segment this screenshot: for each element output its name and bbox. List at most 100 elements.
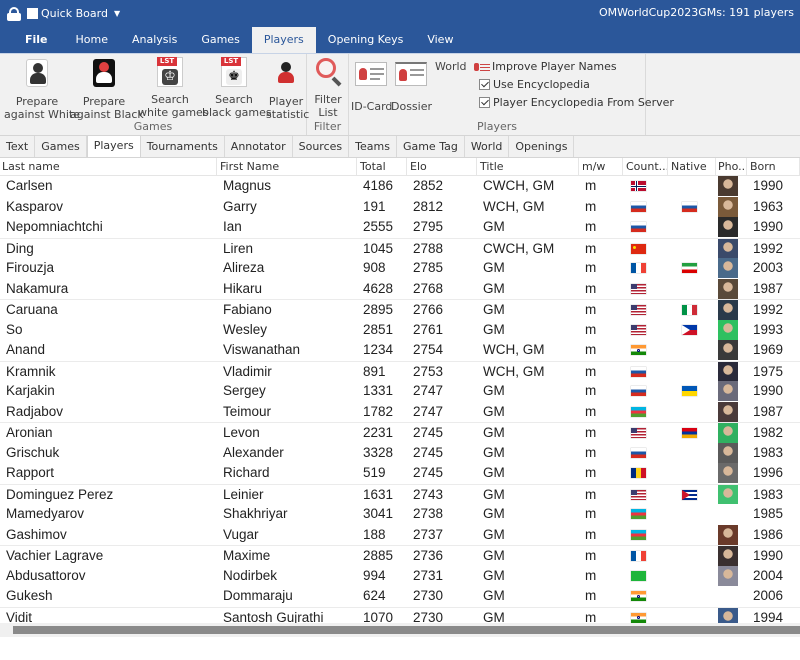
table-row[interactable]: Nepomniachtchi Ian 2555 2795 GM m 1990 <box>0 217 800 238</box>
table-row[interactable]: Kramnik Vladimir 891 2753 WCH, GM m 1975 <box>0 360 800 381</box>
tab-text[interactable]: Text <box>0 136 36 157</box>
native-flag-icon <box>682 489 697 500</box>
search-black-games-button[interactable]: LST ♚ Search black games <box>202 57 272 119</box>
born-cell: 2003 <box>753 260 784 275</box>
gender-cell: m <box>585 486 597 502</box>
tab-game-tag[interactable]: Game Tag <box>397 136 465 157</box>
tab-tournaments[interactable]: Tournaments <box>141 136 225 157</box>
table-row[interactable]: Caruana Fabiano 2895 2766 GM m 1992 <box>0 299 800 320</box>
column-header-title[interactable]: Title <box>477 158 579 175</box>
native-flag-cell <box>668 381 716 402</box>
table-row[interactable]: So Wesley 2851 2761 GM m 1993 <box>0 319 800 341</box>
tab-world[interactable]: World <box>465 136 510 157</box>
group-label-players: Players <box>477 120 517 133</box>
column-header-native[interactable]: Native <box>668 158 716 175</box>
table-row[interactable]: Vachier Lagrave Maxime 2885 2736 GM m 1990 <box>0 545 800 566</box>
search-white-games-button[interactable]: LST ♔ Search white games <box>138 57 209 119</box>
elo-cell: 2852 <box>413 178 444 193</box>
improve-player-names-button[interactable]: Improve Player Names <box>474 60 617 73</box>
table-row[interactable]: Nakamura Hikaru 4628 2768 GM m 1987 <box>0 278 800 300</box>
ribbon-tab-view[interactable]: View <box>415 27 465 53</box>
magnifier-icon <box>314 57 342 87</box>
group-label-filter: Filter <box>313 120 342 133</box>
native-flag-icon <box>682 324 697 335</box>
table-row[interactable]: Ding Liren 1045 2788 CWCH, GM m 1992 <box>0 237 800 258</box>
players-table: Last name First Name Total Elo Title m/w Count… <box>0 158 800 637</box>
lock-icon[interactable] <box>6 6 22 21</box>
tab-teams[interactable]: Teams <box>349 136 397 157</box>
quick-board-checkbox[interactable] <box>27 8 38 19</box>
ribbon-tab-games[interactable]: Games <box>189 27 251 53</box>
table-row[interactable]: Firouzja Alireza 908 2785 GM m 2003 <box>0 258 800 279</box>
table-row[interactable]: Carlsen Magnus 4186 2852 CWCH, GM m 1990 <box>0 176 800 197</box>
table-row[interactable]: Dominguez Perez Leinier 1631 2743 GM m 1983 <box>0 483 800 504</box>
table-row[interactable]: Karjakin Sergey 1331 2747 GM m 1990 <box>0 381 800 402</box>
first-name-cell: Ian <box>223 219 242 234</box>
player-photo-icon <box>718 340 738 360</box>
id-card-button[interactable]: ID-Card <box>351 58 392 113</box>
first-name-cell: Alexander <box>223 444 284 460</box>
table-row[interactable]: Rapport Richard 519 2745 GM m 1996 <box>0 463 800 484</box>
tab-games[interactable]: Games <box>35 136 87 157</box>
total-cell: 2851 <box>363 321 394 337</box>
player-photo-icon <box>718 546 738 566</box>
group-label-games: Games <box>133 120 173 133</box>
table-row[interactable]: Grischuk Alexander 3328 2745 GM m 1983 <box>0 442 800 464</box>
encyclopedia-from-server-checkbox[interactable]: Player Encyclopedia From Server <box>479 96 674 109</box>
column-header-elo[interactable]: Elo <box>407 158 477 175</box>
column-header-mw[interactable]: m/w <box>579 158 623 175</box>
first-name-cell: Alireza <box>223 260 265 275</box>
total-cell: 2885 <box>363 548 394 563</box>
column-header-total[interactable]: Total <box>357 158 407 175</box>
quick-access-dropdown-icon[interactable]: ▼ <box>114 9 120 18</box>
column-header-last-name[interactable]: Last name <box>0 158 217 175</box>
prepare-against-black-button[interactable]: Prepare against Black <box>70 57 144 121</box>
country-flag-cell <box>623 586 668 607</box>
table-row[interactable]: Gukesh Dommaraju 624 2730 GM m 2006 <box>0 586 800 607</box>
horizontal-scrollbar[interactable] <box>0 623 800 637</box>
table-row[interactable]: Mamedyarov Shakhriyar 3041 2738 GM m 1985 <box>0 504 800 525</box>
column-header-country[interactable]: Count... <box>623 158 668 175</box>
ribbon-group-games: Prepare against White Prepare against Bl… <box>0 54 309 135</box>
world-button[interactable]: World <box>435 60 467 73</box>
tab-players[interactable]: Players <box>86 135 141 157</box>
quick-board-label[interactable]: Quick Board <box>41 7 108 20</box>
table-row[interactable]: Radjabov Teimour 1782 2747 GM m 1987 <box>0 401 800 423</box>
table-row[interactable]: Gashimov Vugar 188 2737 GM m 1986 <box>0 524 800 546</box>
ribbon-tab-players[interactable]: Players <box>251 27 316 53</box>
ribbon-tab-analysis[interactable]: Analysis <box>120 27 189 53</box>
ribbon-tab-file[interactable]: File <box>0 27 64 53</box>
prepare-against-white-button[interactable]: Prepare against White <box>4 57 80 121</box>
country-flag-cell <box>623 546 668 566</box>
title-cell: GM <box>483 280 505 296</box>
table-row[interactable]: Abdusattorov Nodirbek 994 2731 GM m 2004 <box>0 565 800 587</box>
player-photo-icon <box>718 381 738 401</box>
tab-openings[interactable]: Openings <box>509 136 575 157</box>
button-label: Prepare <box>15 95 59 108</box>
column-header-born[interactable]: Born <box>747 158 800 175</box>
ribbon-tab-home[interactable]: Home <box>64 27 120 53</box>
column-header-first-name[interactable]: First Name <box>217 158 357 175</box>
table-row[interactable]: Kasparov Garry 191 2812 WCH, GM m 1963 <box>0 196 800 218</box>
player-statistic-button[interactable]: Player statistic <box>266 57 309 121</box>
tab-annotator[interactable]: Annotator <box>225 136 293 157</box>
first-name-cell: Sergey <box>223 383 266 398</box>
button-label: List <box>318 106 338 119</box>
column-header-photo[interactable]: Pho... <box>716 158 747 175</box>
born-cell: 1990 <box>753 178 784 193</box>
tab-sources[interactable]: Sources <box>293 136 350 157</box>
filter-list-button[interactable]: Filter List <box>310 57 346 119</box>
country-flag-icon <box>631 345 646 355</box>
table-row[interactable]: Aronian Levon 2231 2745 GM m 1982 <box>0 422 800 443</box>
use-encyclopedia-checkbox[interactable]: Use Encyclopedia <box>479 78 590 91</box>
elo-cell: 2738 <box>413 506 444 521</box>
scrollbar-thumb[interactable] <box>13 626 800 634</box>
last-name-cell: Karjakin <box>6 383 55 398</box>
total-cell: 2231 <box>363 425 394 440</box>
gender-cell: m <box>585 363 597 379</box>
table-row[interactable]: Anand Viswanathan 1234 2754 WCH, GM m 1969 <box>0 340 800 361</box>
ribbon-tab-opening-keys[interactable]: Opening Keys <box>316 27 416 53</box>
total-cell: 1782 <box>363 403 394 419</box>
first-name-cell: Dommaraju <box>223 588 293 603</box>
dossier-button[interactable]: Dossier <box>391 58 432 113</box>
